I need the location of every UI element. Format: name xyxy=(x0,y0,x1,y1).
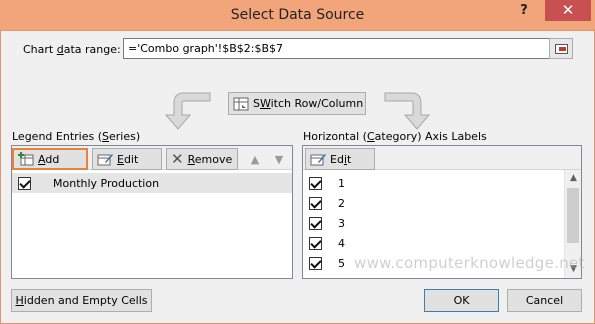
move-down-button[interactable]: ▼ xyxy=(269,148,289,170)
category-row[interactable]: 4 xyxy=(303,233,581,253)
series-checkbox[interactable] xyxy=(18,176,31,190)
category-checkbox[interactable] xyxy=(309,176,322,190)
close-button[interactable]: ✕ xyxy=(545,0,591,21)
axis-labels-label: Horizontal (Category) Axis Labels xyxy=(303,130,487,143)
chart-data-range-input[interactable]: ='Combo graph'!$B$2:$B$7 xyxy=(123,38,550,59)
remove-icon: ✕ xyxy=(171,150,184,168)
category-checkbox[interactable] xyxy=(309,236,322,250)
switch-row-column-button[interactable]: SWitch Row/Column xyxy=(228,92,366,115)
add-series-button[interactable]: Add xyxy=(12,148,88,170)
scroll-thumb[interactable] xyxy=(567,188,579,243)
range-select-icon xyxy=(555,44,568,54)
move-down-icon: ▼ xyxy=(274,152,284,166)
edit-series-button[interactable]: Edit xyxy=(92,148,162,170)
category-checkbox[interactable] xyxy=(309,216,322,230)
category-label: 1 xyxy=(338,176,345,190)
remove-series-button[interactable]: ✕ Remove xyxy=(166,148,238,170)
arrow-left-icon xyxy=(164,92,211,130)
move-up-icon: ▲ xyxy=(250,152,260,166)
watermark: www.computerknowledge.net xyxy=(354,254,585,272)
category-row[interactable]: 1 xyxy=(303,173,581,193)
switch-icon xyxy=(233,97,249,110)
legend-entries-panel: Add Edit ✕ Remove ▲ ▼ Monthly Production xyxy=(11,145,293,279)
hidden-empty-cells-button[interactable]: Hidden and Empty Cells xyxy=(11,289,152,312)
category-label: 5 xyxy=(338,256,345,270)
window-title: Select Data Source xyxy=(230,7,365,23)
move-up-button[interactable]: ▲ xyxy=(245,148,265,170)
category-label: 4 xyxy=(338,236,345,250)
series-label: Monthly Production xyxy=(53,176,160,190)
category-label: 2 xyxy=(338,196,345,210)
legend-entries-label: Legend Entries (Series) xyxy=(12,130,141,143)
cancel-button[interactable]: Cancel xyxy=(507,289,582,312)
series-row[interactable]: Monthly Production xyxy=(12,173,292,193)
scroll-up-icon[interactable]: ▲ xyxy=(565,170,582,187)
edit-axis-labels-button[interactable]: Edit xyxy=(305,148,375,170)
category-row[interactable]: 3 xyxy=(303,213,581,233)
legend-toolbar: Add Edit ✕ Remove ▲ ▼ xyxy=(12,146,292,170)
add-icon xyxy=(18,152,34,166)
collapse-range-button[interactable] xyxy=(549,38,573,59)
axis-toolbar: Edit xyxy=(303,146,581,170)
switch-label: SWitch Row/Column xyxy=(253,97,364,110)
arrow-right-icon xyxy=(384,92,431,130)
category-checkbox[interactable] xyxy=(309,196,322,210)
title-bar: Select Data Source ? ✕ xyxy=(0,0,595,31)
edit-icon xyxy=(310,154,326,166)
category-checkbox[interactable] xyxy=(309,256,322,270)
chart-data-range-label: Chart data range: xyxy=(23,43,121,56)
category-row[interactable]: 2 xyxy=(303,193,581,213)
edit-icon xyxy=(97,154,113,166)
category-label: 3 xyxy=(338,216,345,230)
help-button[interactable]: ? xyxy=(516,3,532,21)
ok-button[interactable]: OK xyxy=(424,289,499,312)
